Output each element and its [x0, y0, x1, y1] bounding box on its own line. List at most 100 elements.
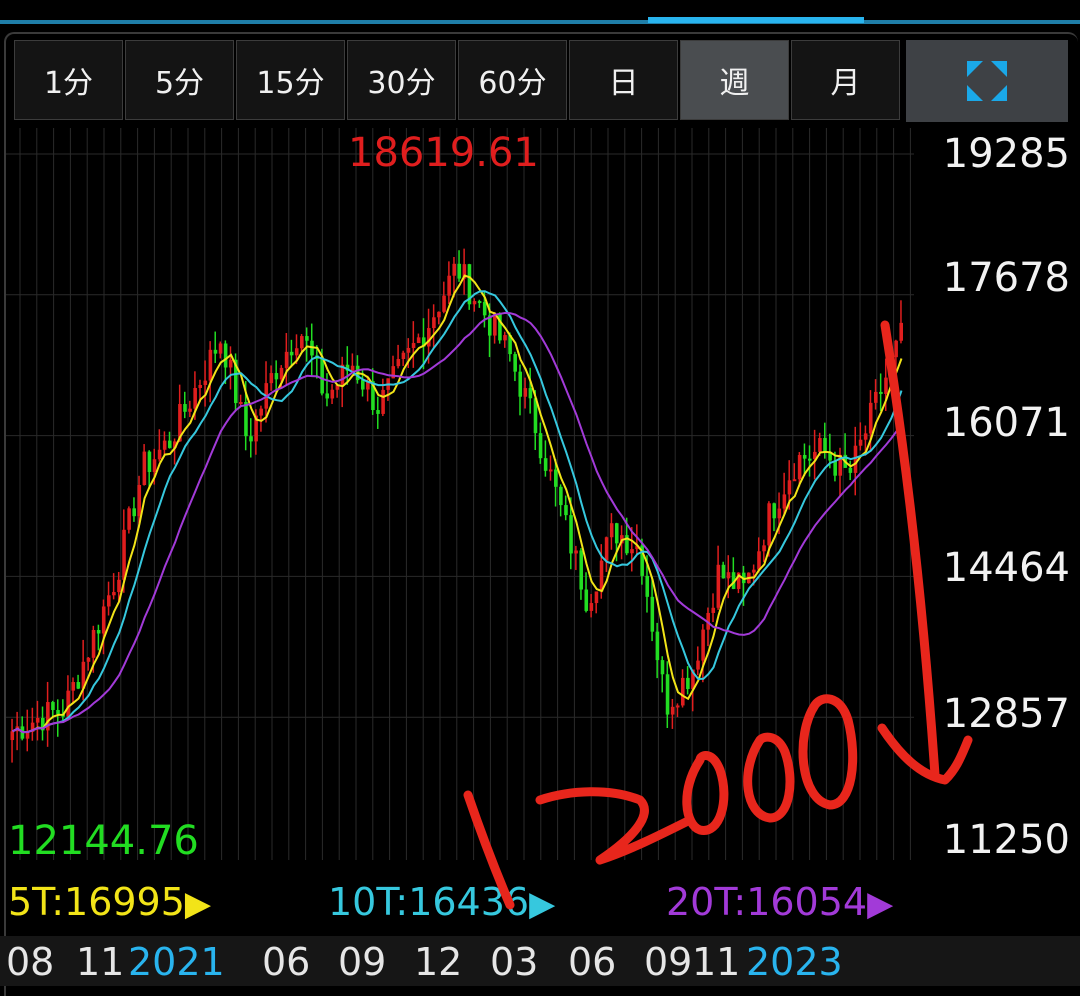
candle-body [437, 311, 441, 318]
candle-body [117, 579, 121, 593]
candle-body [376, 410, 380, 414]
candle-body [300, 336, 304, 349]
candle-body [127, 508, 131, 530]
candle-body [579, 550, 583, 590]
candle-body [132, 508, 136, 517]
candle-body [818, 438, 822, 452]
candle-body [416, 337, 421, 344]
candle-body [198, 384, 203, 388]
candle-body [518, 371, 523, 397]
candle-body [284, 351, 289, 368]
tab-week[interactable]: 週 [680, 40, 789, 120]
period-high-label: 18619.61 [348, 130, 539, 176]
candle-body [650, 596, 655, 632]
candle-body [51, 702, 55, 710]
x-tick-label: 11 [76, 940, 125, 984]
candle-body [239, 401, 243, 404]
candle-body [716, 564, 721, 608]
tab-15min[interactable]: 15分 [236, 40, 345, 120]
candle-body [554, 469, 558, 487]
candle-body [193, 387, 197, 409]
y-tick-label: 11250 [942, 817, 1070, 863]
candle-body [477, 301, 482, 304]
candle-body [711, 607, 716, 613]
y-tick-label: 12857 [942, 691, 1070, 737]
tab-day[interactable]: 日 [569, 40, 678, 120]
candle-body [472, 301, 477, 305]
candle-body [244, 401, 248, 437]
candle-body [879, 391, 883, 394]
candle-body [528, 388, 533, 399]
candle-body [188, 408, 192, 412]
tab-30min[interactable]: 30分 [347, 40, 456, 120]
candle-body [665, 674, 670, 715]
candle-body [10, 731, 15, 741]
candle-body [447, 275, 451, 296]
x-tick-label-year: 2021 [128, 940, 225, 984]
x-tick-label: 12 [414, 940, 463, 984]
candle-body [569, 515, 573, 554]
tab-1min[interactable]: 1分 [14, 40, 123, 120]
candlestick-chart [6, 128, 914, 860]
x-axis: 08 11 2021 06 09 12 03 06 09 11 2023 [0, 936, 1080, 986]
candle-body [833, 460, 837, 476]
top-accent-highlight [648, 17, 864, 23]
candle-body [564, 505, 568, 516]
candle-body [726, 572, 731, 579]
candle-body [614, 523, 619, 544]
candle-body [858, 439, 863, 446]
candle-body [757, 551, 761, 570]
candle-body [681, 677, 685, 706]
candle-body [228, 359, 233, 368]
candle-body [112, 592, 116, 596]
tab-5min[interactable]: 5分 [125, 40, 234, 120]
candle-body [360, 380, 365, 390]
candle-body [609, 523, 614, 538]
x-tick-label-year: 2023 [746, 940, 843, 984]
candle-body [482, 302, 487, 316]
candle-body [259, 408, 263, 416]
candle-body [56, 709, 60, 715]
tab-60min[interactable]: 60分 [458, 40, 567, 120]
candle-body [406, 347, 411, 353]
candle-body [630, 549, 634, 554]
candle-body [411, 343, 416, 348]
fullscreen-button[interactable] [906, 40, 1068, 122]
candle-body [152, 459, 157, 472]
x-tick-label: 03 [490, 940, 539, 984]
candle-body [675, 705, 680, 708]
x-tick-label: 09 [338, 940, 387, 984]
candle-body [213, 349, 218, 354]
candle-body [86, 657, 91, 662]
candle-body [863, 433, 868, 440]
candle-body [848, 467, 853, 473]
candle-body [894, 340, 898, 358]
candle-body [325, 393, 330, 399]
candle-body [350, 365, 355, 371]
candle-body [772, 503, 777, 519]
candle-body [807, 458, 812, 461]
y-tick-label: 16071 [942, 400, 1070, 446]
candle-body [320, 358, 324, 394]
period-low-label: 12144.76 [8, 818, 199, 864]
candle-body [777, 508, 782, 519]
candle-body [853, 445, 858, 473]
candle-body [574, 550, 578, 554]
candle-body [889, 357, 893, 378]
candle-body [782, 494, 787, 509]
candle-body [66, 690, 70, 717]
candle-body [660, 660, 665, 675]
candle-body [442, 295, 446, 312]
candle-body [401, 352, 406, 360]
candle-body [137, 484, 142, 517]
candle-body [523, 388, 528, 397]
moving-average-legend: 5T:16995▶ 10T:16436▶ 20T:16054▶ [6, 870, 914, 930]
y-tick-label: 17678 [942, 255, 1070, 301]
tab-month[interactable]: 月 [791, 40, 900, 120]
candle-body [792, 479, 797, 482]
candle-body [670, 706, 675, 715]
candle-body [604, 537, 609, 561]
candle-body [223, 343, 228, 368]
x-tick-label: 08 [6, 940, 55, 984]
candle-body [802, 455, 807, 459]
